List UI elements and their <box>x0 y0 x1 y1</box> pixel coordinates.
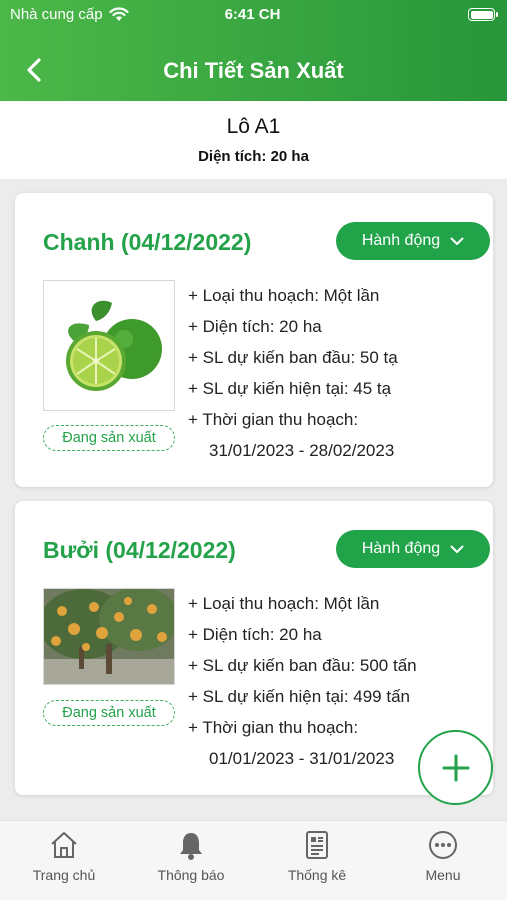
chevron-down-icon <box>450 545 464 553</box>
nav-item-home[interactable]: Trang chủ <box>9 829 119 883</box>
product-title: Chanh (04/12/2022) <box>43 229 252 255</box>
bottom-navigation: Trang chủ Thông báo Thống kê Menu <box>0 820 507 900</box>
detail-harvest-range: 31/01/2023 - 28/02/2023 <box>209 441 395 460</box>
pomelo-tree-image <box>44 589 174 684</box>
product-image <box>43 588 175 685</box>
product-title: Bưởi (04/12/2022) <box>43 537 236 563</box>
page-title: Chi Tiết Sản Xuất <box>163 58 344 83</box>
detail-area: + Diện tích: 20 ha <box>188 317 322 336</box>
status-badge: Đang sản xuất <box>43 425 175 451</box>
detail-initial-yield: + SL dự kiến ban đầu: 500 tấn <box>188 656 417 675</box>
lime-image <box>44 281 174 410</box>
nav-item-menu[interactable]: Menu <box>388 829 498 883</box>
detail-harvest-type: + Loại thu hoạch: Một lần <box>188 286 380 305</box>
detail-current-yield: + SL dự kiến hiện tại: 45 tạ <box>188 379 392 398</box>
report-icon <box>306 831 328 859</box>
detail-harvest-time-label: + Thời gian thu hoạch: <box>188 718 359 737</box>
app-header: Nhà cung cấp 6:41 CH Chi Tiết Sản Xuất <box>0 0 507 101</box>
nav-label: Thống kê <box>287 867 347 883</box>
lot-summary: Lô A1 Diện tích: 20 ha <box>0 101 507 179</box>
action-label: Hành động <box>361 540 441 557</box>
plus-icon <box>442 754 469 781</box>
status-badge: Đang sản xuất <box>43 700 175 726</box>
nav-item-statistics[interactable]: Thống kê <box>262 829 372 883</box>
action-dropdown-button[interactable]: Hành động <box>336 222 490 260</box>
lot-name: Lô A1 <box>226 115 281 138</box>
home-icon <box>51 832 77 858</box>
more-icon <box>429 831 457 859</box>
status-time: 6:41 CH <box>224 6 281 23</box>
detail-initial-yield: + SL dự kiến ban đầu: 50 tạ <box>188 348 398 367</box>
detail-harvest-range: 01/01/2023 - 31/01/2023 <box>209 749 395 768</box>
detail-harvest-type: + Loại thu hoạch: Một lần <box>188 594 380 613</box>
nav-item-notifications[interactable]: Thông báo <box>136 829 246 883</box>
product-image <box>43 280 175 411</box>
bell-icon <box>180 833 202 860</box>
add-button[interactable] <box>418 730 493 805</box>
nav-label: Trang chủ <box>32 867 96 883</box>
status-bar: Nhà cung cấp 6:41 CH <box>10 5 498 27</box>
action-label: Hành động <box>361 232 441 249</box>
nav-label: Menu <box>425 867 461 883</box>
action-dropdown-button[interactable]: Hành động <box>336 530 490 568</box>
chevron-down-icon <box>450 237 464 245</box>
product-details: + Loại thu hoạch: Một lần + Diện tích: 2… <box>188 588 417 774</box>
lot-area: Diện tích: 20 ha <box>198 148 309 165</box>
product-details: + Loại thu hoạch: Một lần + Diện tích: 2… <box>188 280 398 466</box>
product-card: Chanh (04/12/2022) Hành động Đang sản xu… <box>15 193 493 487</box>
detail-harvest-time-label: + Thời gian thu hoạch: <box>188 410 359 429</box>
detail-current-yield: + SL dự kiến hiện tại: 499 tấn <box>188 687 410 706</box>
battery-icon <box>468 8 498 21</box>
nav-label: Thông báo <box>157 867 225 883</box>
detail-area: + Diện tích: 20 ha <box>188 625 322 644</box>
